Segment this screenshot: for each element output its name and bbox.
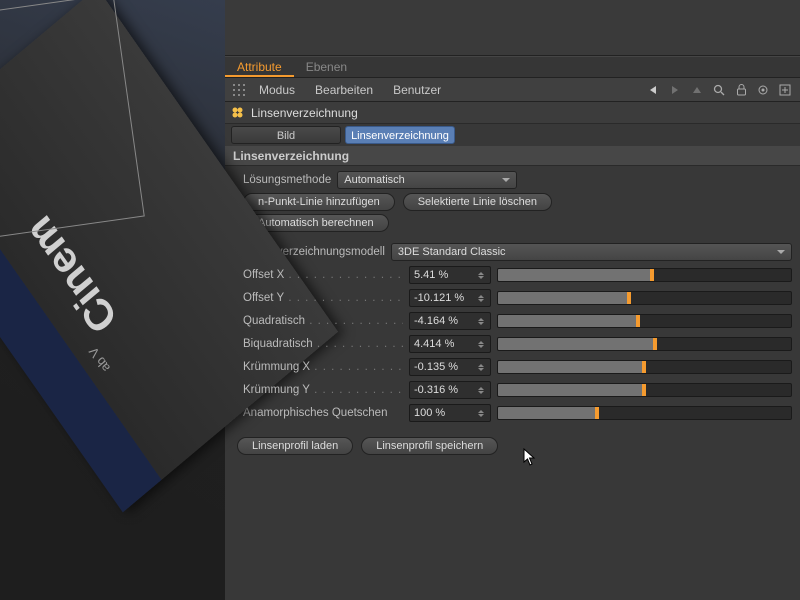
row-line-buttons: n-Punkt-Linie hinzufügen Selektierte Lin… [233,193,792,211]
attribute-panel: Attribute Ebenen Modus Bearbeiten Benutz… [225,0,800,600]
property-list: Lösungsmethode Automatisch n-Punkt-Linie… [225,166,800,463]
grid-icon[interactable] [231,82,247,98]
dropdown-solve-method-value: Automatisch [344,174,405,186]
label-quadratic: Quadratisch [233,315,403,327]
spinner-icon[interactable] [478,268,486,282]
tab-ebenen[interactable]: Ebenen [294,57,359,77]
label-solve-method: Lösungsmethode [233,174,331,186]
input-quadratic[interactable]: -4.164 % [409,312,491,330]
subtab-bild[interactable]: Bild [231,126,341,144]
object-header: Linsenverzeichnung [225,102,800,124]
label-biquadratic: Biquadratisch [233,338,403,350]
row-model: Linsenverzeichnungsmodell 3DE Standard C… [233,242,792,262]
row-profile-buttons: Linsenprofil laden Linsenprofil speicher… [233,437,792,455]
slider-curve-x[interactable] [497,360,792,374]
spinner-icon[interactable] [478,337,486,351]
label-offset-y: Offset Y [233,292,403,304]
nav-back-icon[interactable] [644,81,662,99]
label-curve-y: Krümmung Y [233,384,403,396]
lens-distortion-icon [231,106,245,120]
btn-add-npoint-line[interactable]: n-Punkt-Linie hinzufügen [243,193,395,211]
row-autocalc: Automatisch berechnen [233,214,792,232]
menu-bearbeiten[interactable]: Bearbeiten [307,78,381,102]
row-anamorphic: Anamorphisches Quetschen 100 % [233,403,792,423]
nav-fwd-icon[interactable] [666,81,684,99]
subtab-row: Bild Linsenverzeichnung [225,124,800,146]
slider-anamorphic[interactable] [497,406,792,420]
value-quadratic: -4.164 % [414,315,458,327]
value-anamorphic: 100 % [414,407,445,419]
btn-delete-selected-line[interactable]: Selektierte Linie löschen [403,193,552,211]
row-curve-y: Krümmung Y -0.316 % [233,380,792,400]
btn-load-profile[interactable]: Linsenprofil laden [237,437,353,455]
value-curve-x: -0.135 % [414,361,458,373]
spinner-icon[interactable] [478,383,486,397]
dropdown-solve-method[interactable]: Automatisch [337,171,517,189]
dropdown-model-value: 3DE Standard Classic [398,246,506,258]
input-offset-x[interactable]: 5.41 % [409,266,491,284]
slider-biquadratic[interactable] [497,337,792,351]
search-icon[interactable] [710,81,728,99]
spinner-icon[interactable] [478,314,486,328]
menu-benutzer[interactable]: Benutzer [385,78,449,102]
value-offset-y: -10.121 % [414,292,464,304]
input-curve-y[interactable]: -0.316 % [409,381,491,399]
add-panel-icon[interactable] [776,81,794,99]
spinner-icon[interactable] [478,291,486,305]
spinner-icon[interactable] [478,406,486,420]
row-solve-method: Lösungsmethode Automatisch [233,170,792,190]
slider-offset-y[interactable] [497,291,792,305]
dropdown-model[interactable]: 3DE Standard Classic [391,243,792,261]
label-offset-x: Offset X [233,269,403,281]
object-title: Linsenverzeichnung [251,106,358,120]
target-icon[interactable] [754,81,772,99]
menu-modus[interactable]: Modus [251,78,303,102]
slider-offset-x[interactable] [497,268,792,282]
input-offset-y[interactable]: -10.121 % [409,289,491,307]
slider-curve-y[interactable] [497,383,792,397]
spinner-icon[interactable] [478,360,486,374]
attribute-menubar: Modus Bearbeiten Benutzer [225,78,800,102]
slider-quadratic[interactable] [497,314,792,328]
group-header: Linsenverzeichnung [225,146,800,166]
input-anamorphic[interactable]: 100 % [409,404,491,422]
nav-up-icon[interactable] [688,81,706,99]
lock-icon[interactable] [732,81,750,99]
value-curve-y: -0.316 % [414,384,458,396]
row-offset-x: Offset X 5.41 % [233,265,792,285]
value-biquadratic: 4.414 % [414,338,454,350]
label-anamorphic: Anamorphisches Quetschen [233,407,403,419]
row-curve-x: Krümmung X -0.135 % [233,357,792,377]
tab-row: Attribute Ebenen [225,56,800,78]
value-offset-x: 5.41 % [414,269,448,281]
tab-attribute[interactable]: Attribute [225,57,294,77]
label-curve-x: Krümmung X [233,361,403,373]
viewport[interactable]: Cinem ab V [0,0,225,600]
panel-top-gap [225,0,800,56]
input-biquadratic[interactable]: 4.414 % [409,335,491,353]
input-curve-x[interactable]: -0.135 % [409,358,491,376]
subtab-linsenverzeichnung[interactable]: Linsenverzeichnung [345,126,455,144]
btn-save-profile[interactable]: Linsenprofil speichern [361,437,498,455]
viewport-image: Cinem ab V [0,0,225,600]
